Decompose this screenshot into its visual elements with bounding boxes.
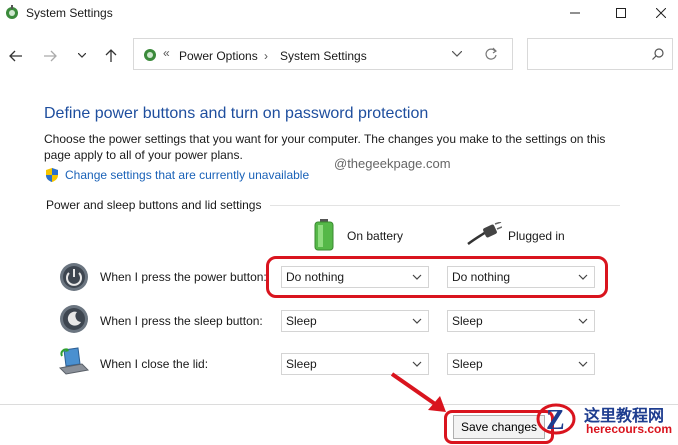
power-button-icon bbox=[60, 263, 88, 291]
breadcrumb-system-settings[interactable]: System Settings bbox=[280, 49, 367, 63]
select-value: Sleep bbox=[452, 314, 483, 328]
minimize-icon bbox=[570, 12, 580, 14]
close-lid-plugged-in-select[interactable]: Sleep bbox=[447, 353, 595, 375]
annotation-arrow bbox=[390, 372, 446, 412]
chevron-down-icon[interactable] bbox=[452, 51, 462, 57]
change-settings-link[interactable]: Change settings that are currently unava… bbox=[65, 168, 309, 182]
control-panel-icon bbox=[6, 5, 18, 19]
svg-text:Z: Z bbox=[546, 405, 565, 436]
chevron-down-icon bbox=[578, 318, 588, 324]
window-title: System Settings bbox=[26, 6, 113, 20]
uac-shield-icon bbox=[46, 168, 58, 182]
up-button[interactable] bbox=[101, 46, 121, 66]
page-heading: Define power buttons and turn on passwor… bbox=[44, 105, 429, 122]
select-value: Sleep bbox=[452, 357, 483, 371]
forward-arrow-icon bbox=[44, 50, 57, 62]
back-button[interactable] bbox=[6, 46, 26, 66]
recent-locations-button[interactable] bbox=[72, 46, 92, 66]
row-label-power-button: When I press the power button: bbox=[100, 270, 267, 284]
chevron-down-icon bbox=[412, 318, 422, 324]
logo-icon: Z bbox=[536, 403, 576, 436]
navigation-bar: « Power Options › System Settings bbox=[0, 36, 678, 74]
sleep-button-icon bbox=[60, 305, 88, 333]
annotation-highlight bbox=[266, 256, 608, 298]
chevron-down-icon bbox=[78, 53, 86, 58]
close-button[interactable] bbox=[638, 0, 678, 26]
forward-button[interactable] bbox=[40, 46, 60, 66]
maximize-icon bbox=[616, 8, 626, 18]
search-icon bbox=[652, 48, 664, 60]
power-plug-icon bbox=[467, 222, 502, 246]
control-panel-icon bbox=[144, 49, 156, 61]
search-box[interactable] bbox=[527, 38, 673, 70]
watermark: @thegeekpage.com bbox=[334, 156, 451, 171]
column-plugged-in: Plugged in bbox=[508, 229, 565, 243]
section-divider bbox=[270, 205, 620, 206]
breadcrumb-chevron-icon: › bbox=[264, 49, 268, 63]
row-label-sleep-button: When I press the sleep button: bbox=[100, 314, 263, 328]
select-value: Sleep bbox=[286, 314, 317, 328]
title-bar: System Settings bbox=[0, 0, 678, 28]
laptop-lid-icon bbox=[58, 347, 90, 375]
refresh-icon[interactable] bbox=[484, 47, 498, 61]
sleep-button-plugged-in-select[interactable]: Sleep bbox=[447, 310, 595, 332]
row-label-close-lid: When I close the lid: bbox=[100, 357, 209, 371]
address-bar[interactable]: « Power Options › System Settings bbox=[133, 38, 513, 70]
brand-url: herecours.com bbox=[586, 422, 673, 436]
section-label: Power and sleep buttons and lid settings bbox=[46, 198, 262, 212]
chevron-down-icon bbox=[412, 361, 422, 367]
close-icon bbox=[656, 8, 666, 18]
sleep-button-on-battery-select[interactable]: Sleep bbox=[281, 310, 429, 332]
minimize-button[interactable] bbox=[552, 0, 598, 26]
select-value: Sleep bbox=[286, 357, 317, 371]
chevron-down-icon bbox=[578, 361, 588, 367]
breadcrumb-power-options[interactable]: Power Options bbox=[179, 49, 258, 63]
back-arrow-icon bbox=[9, 50, 22, 62]
battery-icon bbox=[314, 219, 334, 251]
breadcrumb-overflow[interactable]: « bbox=[163, 46, 170, 60]
up-arrow-icon bbox=[105, 49, 117, 62]
site-watermark-logo: Z 这里教程网 herecours.com bbox=[532, 398, 678, 440]
column-on-battery: On battery bbox=[347, 229, 404, 243]
